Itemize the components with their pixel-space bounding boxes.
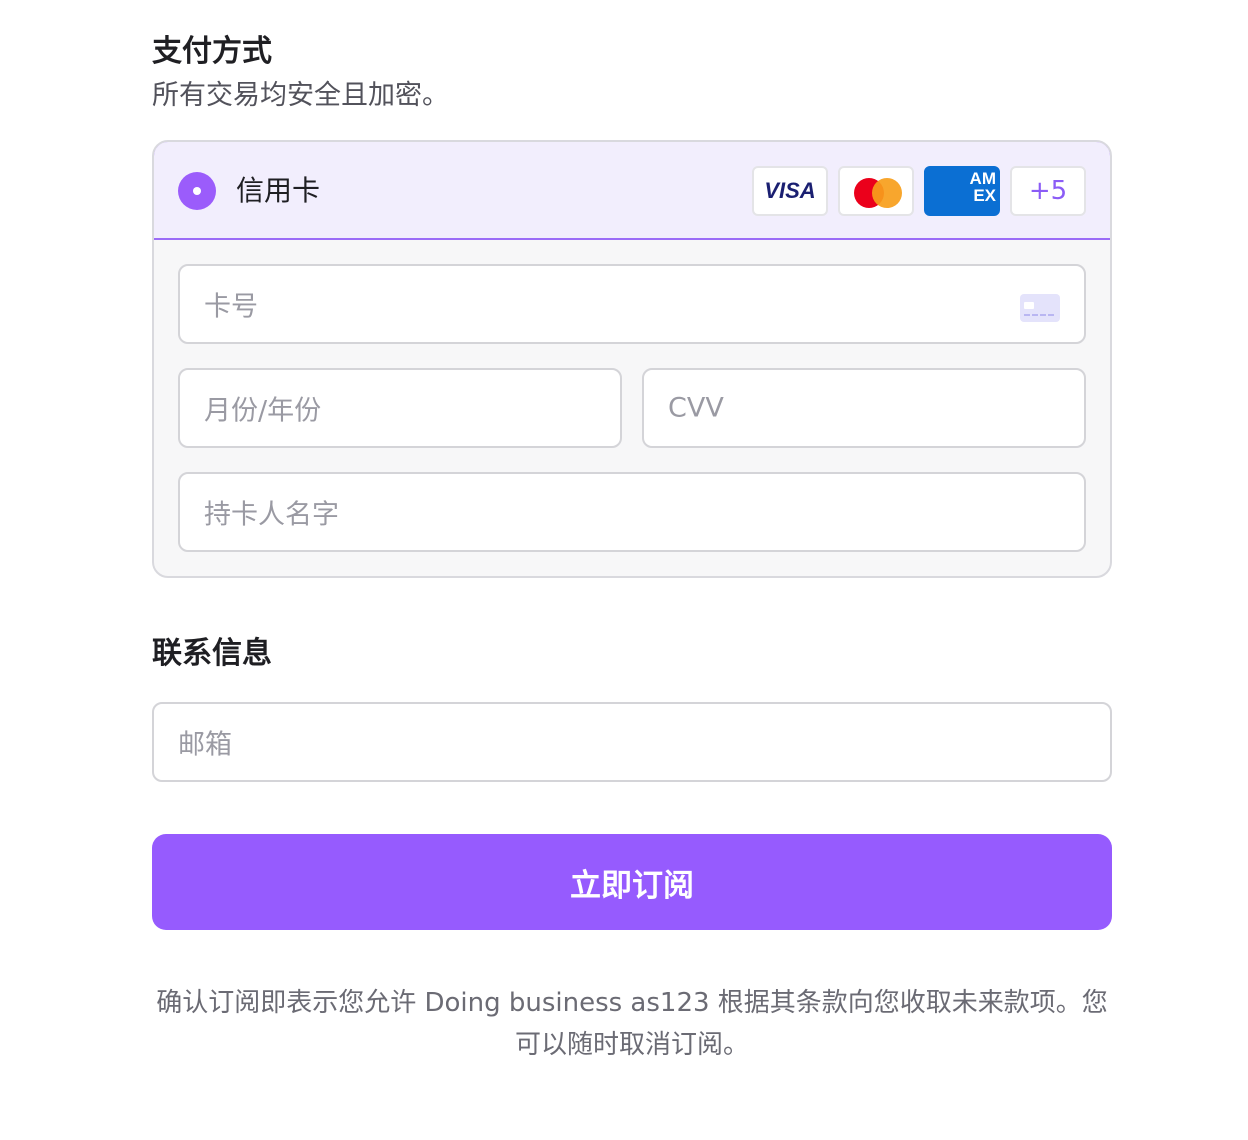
credit-card-option[interactable]: 信用卡 VISA AM EX +5 bbox=[154, 142, 1110, 240]
amex-logo: AM EX bbox=[924, 166, 1000, 216]
amex-logo-text: AM EX bbox=[969, 169, 996, 205]
expiry-placeholder: 月份/年份 bbox=[204, 395, 322, 427]
card-number-placeholder: 卡号 bbox=[204, 291, 258, 323]
cardholder-name-field[interactable]: 持卡人名字 bbox=[178, 472, 1086, 552]
radio-selected-icon[interactable] bbox=[178, 172, 216, 210]
subscribe-button[interactable]: 立即订阅 bbox=[152, 834, 1112, 930]
card-number-field[interactable]: 卡号 bbox=[178, 264, 1086, 344]
contact-info-title: 联系信息 bbox=[152, 636, 272, 671]
email-placeholder: 邮箱 bbox=[178, 729, 232, 761]
expiry-field[interactable]: 月份/年份 bbox=[178, 368, 622, 448]
cardholder-name-placeholder: 持卡人名字 bbox=[204, 499, 339, 531]
terms-text: 确认订阅即表示您允许 Doing business as123 根据其条款向您收… bbox=[156, 988, 1108, 1060]
mastercard-orange-circle bbox=[872, 178, 902, 208]
email-field[interactable]: 邮箱 bbox=[152, 702, 1112, 782]
more-brands-badge: +5 bbox=[1010, 166, 1086, 216]
visa-logo: VISA bbox=[752, 166, 828, 216]
payment-method-panel: 信用卡 VISA AM EX +5 卡号 月份/年份 CVV 持卡人名字 bbox=[152, 140, 1112, 578]
more-brands-count: +5 bbox=[1028, 176, 1068, 206]
cvv-field[interactable]: CVV bbox=[642, 368, 1086, 448]
credit-card-icon bbox=[1020, 294, 1060, 322]
payment-method-subtitle: 所有交易均安全且加密。 bbox=[152, 80, 449, 111]
payment-method-title: 支付方式 bbox=[152, 34, 272, 69]
cvv-placeholder: CVV bbox=[668, 392, 724, 424]
visa-logo-text: VISA bbox=[764, 178, 816, 203]
mastercard-logo bbox=[838, 166, 914, 216]
credit-card-label: 信用卡 bbox=[236, 174, 321, 207]
